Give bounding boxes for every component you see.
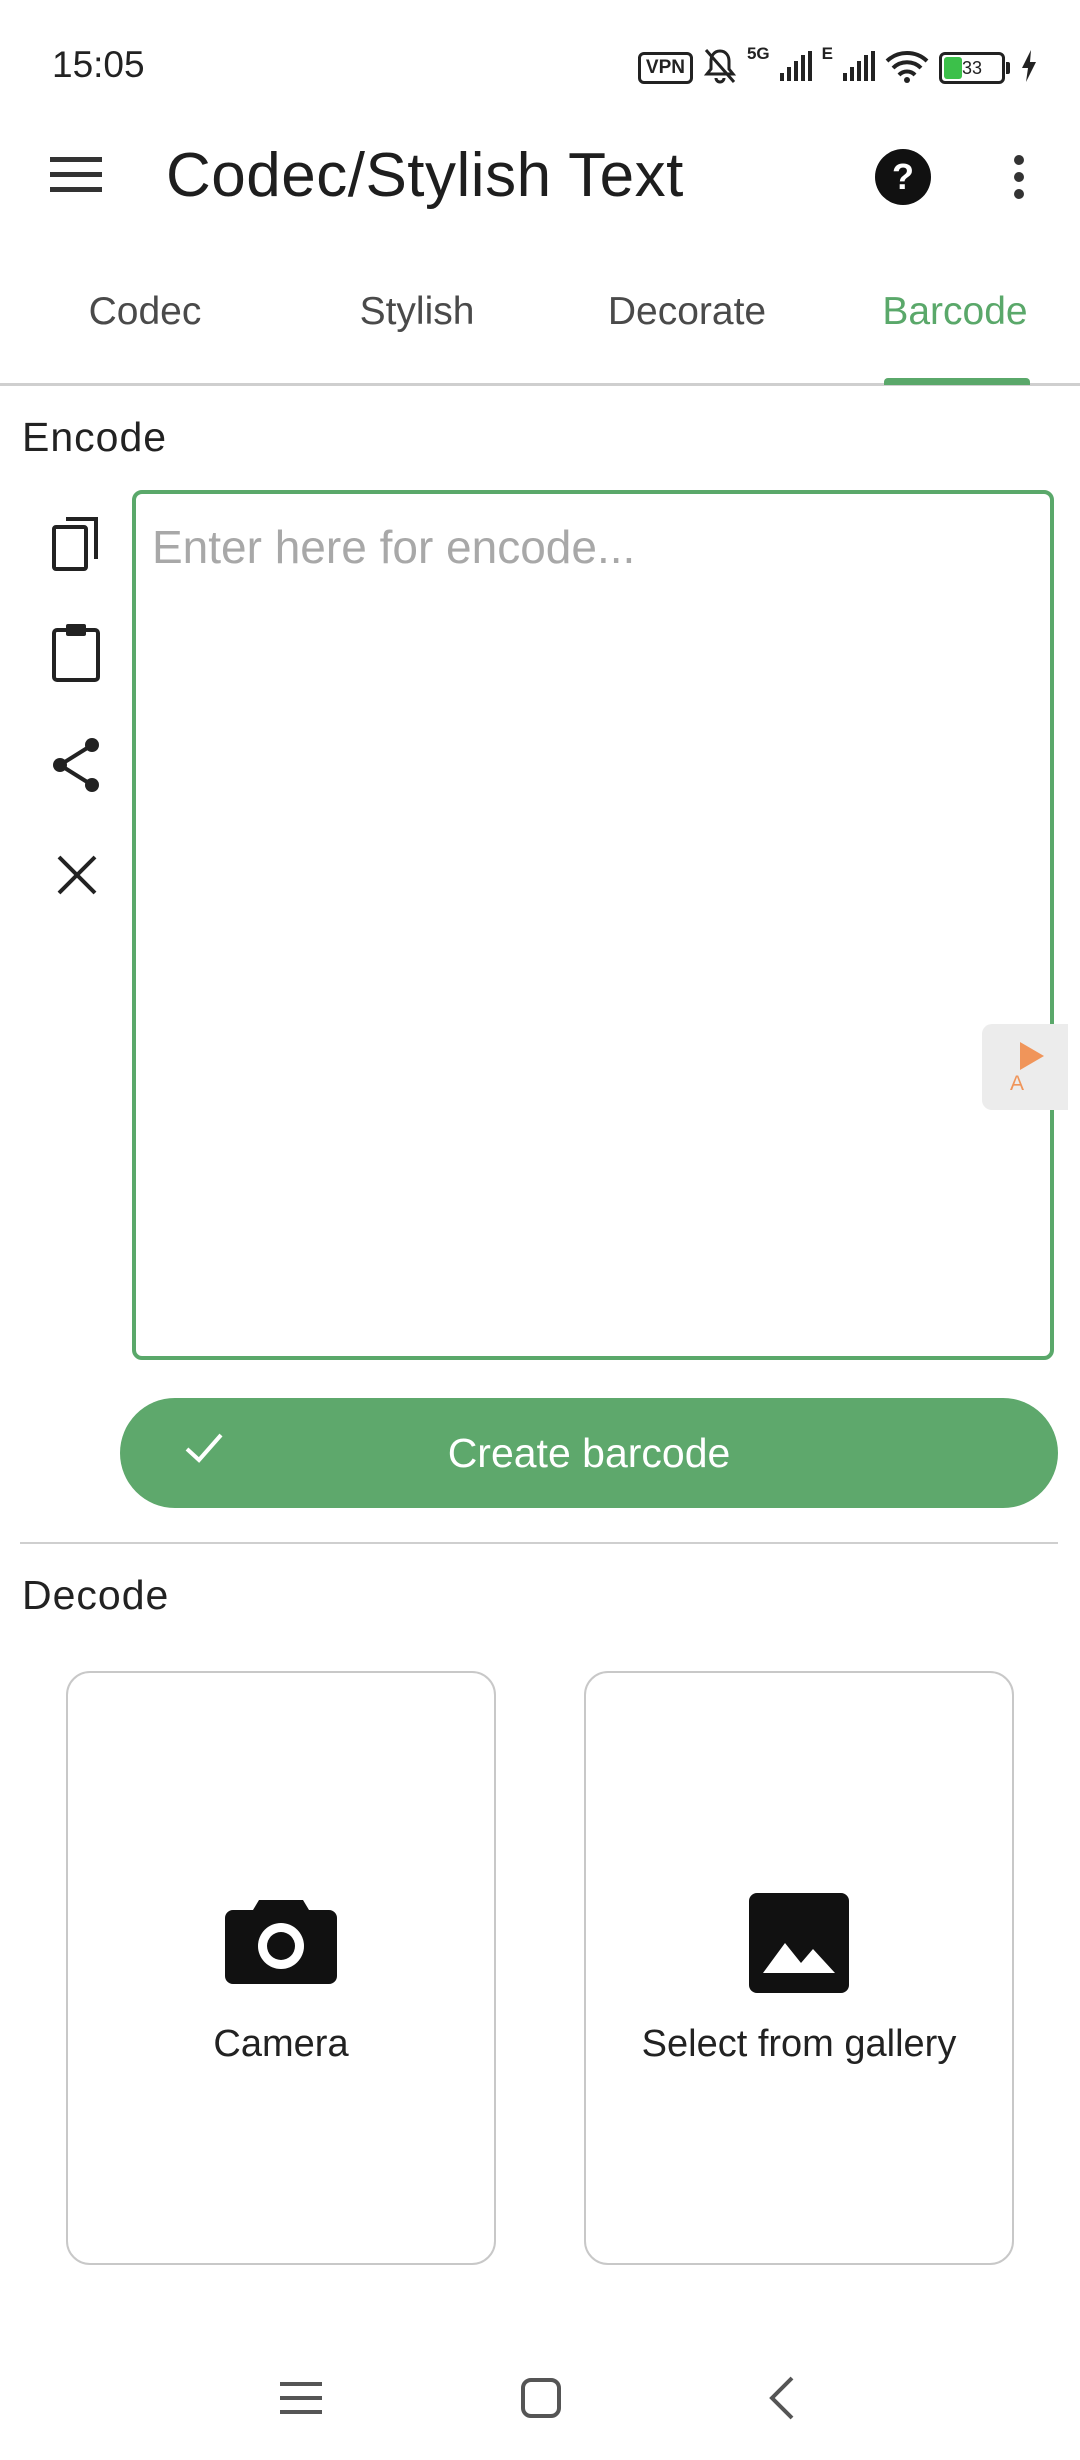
battery-level: 33 [961,57,983,78]
tab-indicator [884,378,1030,385]
share-icon[interactable] [46,734,106,796]
network-e-label: E [821,44,833,63]
help-icon[interactable]: ? [874,148,932,206]
copy-icon[interactable] [46,512,106,574]
signal-icon [779,50,812,86]
status-time: 15:05 [52,44,145,85]
encode-section-label: Encode [22,414,168,460]
tab-decorate[interactable]: Decorate [552,290,822,350]
battery-tip [1006,62,1010,74]
back-icon[interactable] [756,2370,806,2426]
side-panel-tab[interactable]: A [982,1024,1068,1110]
vpn-badge: VPN [637,52,693,84]
tab-codec[interactable]: Codec [10,290,280,350]
section-divider [20,1542,1058,1544]
more-vert-icon[interactable] [1004,150,1034,204]
create-barcode-label: Create barcode [447,1429,731,1476]
charging-icon [1020,49,1038,87]
camera-label: Camera [213,2023,349,2065]
create-barcode-button[interactable]: Create barcode [120,1398,1058,1508]
svg-text:?: ? [892,156,914,197]
tab-barcode[interactable]: Barcode [820,290,1080,350]
network-5g-label: 5G [746,44,770,63]
decode-section-label: Decode [22,1572,170,1618]
battery-icon: 33 [939,52,1005,84]
camera-icon [225,1888,337,1993]
encode-input[interactable] [132,490,1054,1360]
recents-icon[interactable] [276,2370,326,2426]
check-icon [184,1428,224,1475]
camera-card[interactable]: Camera [66,1671,496,2265]
home-icon[interactable] [516,2370,566,2426]
gallery-label: Select from gallery [641,2023,957,2065]
status-icons: VPN 5G E 33 [637,44,1038,90]
side-tab-label: A [1009,1072,1024,1095]
hamburger-menu-icon[interactable] [46,150,106,200]
image-icon [749,1893,849,1998]
paste-icon[interactable] [46,620,106,684]
signal-icon [843,50,875,86]
clear-icon[interactable] [50,848,104,902]
wifi-icon [885,49,929,88]
tab-stylish[interactable]: Stylish [282,290,552,350]
app-title: Codec/Stylish Text [166,141,684,210]
encode-placeholder: Enter here for encode... [152,521,636,573]
mute-bell-icon [703,47,737,90]
gallery-card[interactable]: Select from gallery [584,1671,1014,2265]
